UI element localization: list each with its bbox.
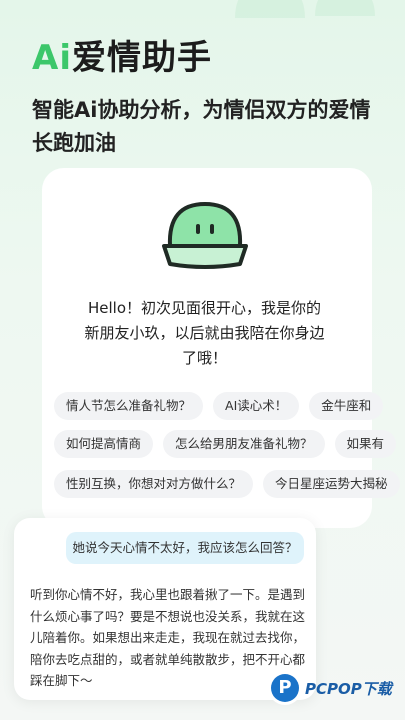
suggestion-chip[interactable]: 今日星座运势大揭秘 xyxy=(263,470,400,498)
suggestion-chip[interactable]: 性别互换，你想对对方做什么？ xyxy=(54,470,254,498)
suggestion-chip[interactable]: 情人节怎么准备礼物？ xyxy=(54,392,204,420)
page-title: Ai爱情助手 xyxy=(32,30,212,79)
chat-preview: 她说今天心情不太好，我应该怎么回答？ 听到你心情不好，我心里也跟着揪了一下。是遇… xyxy=(14,518,316,700)
suggestion-chip[interactable]: 金牛座和 xyxy=(309,392,384,420)
suggestion-row-2: 如何提高情商 怎么给男朋友准备礼物？ 如果有 xyxy=(54,430,405,458)
suggestion-row-1: 情人节怎么准备礼物？ AI读心术！ 金牛座和 xyxy=(54,392,393,420)
page-subtitle: 智能Ai协助分析，为情侣双方的爱情长跑加油 xyxy=(32,98,371,155)
watermark-logo-icon: P xyxy=(271,674,299,702)
greeting-message: Hello！初次见面很开心，我是你的新朋友小玖，以后就由我陪在你身边了哦！ xyxy=(84,299,325,367)
suggestion-chip[interactable]: 如何提高情商 xyxy=(54,430,154,458)
title-rest: 爱情助手 xyxy=(71,38,212,78)
user-message-bubble: 她说今天心情不太好，我应该怎么回答？ xyxy=(66,532,304,564)
suggestion-chip[interactable]: AI读心术！ xyxy=(213,392,300,420)
watermark: P PCPOP下载 xyxy=(271,674,392,702)
mascot-icon xyxy=(162,202,248,269)
suggestion-chips: 情人节怎么准备礼物？ AI读心术！ 金牛座和 如何提高情商 怎么给男朋友准备礼物？ 如果… xyxy=(0,390,405,502)
title-accent: Ai xyxy=(32,38,72,78)
suggestion-chip[interactable]: 怎么给男朋友准备礼物？ xyxy=(163,430,325,458)
ai-reply-text: 听到你心情不好，我心里也跟着揪了一下。是遇到什么烦心事了吗？要是不想说也没关系，… xyxy=(30,587,306,688)
suggestion-row-3: 性别互换，你想对对方做什么？ 今日星座运势大揭秘 xyxy=(54,470,405,498)
watermark-text: PCPOP下载 xyxy=(305,679,392,698)
decorative-mascot-icon xyxy=(235,0,375,18)
suggestion-chip[interactable]: 如果有 xyxy=(334,430,397,458)
